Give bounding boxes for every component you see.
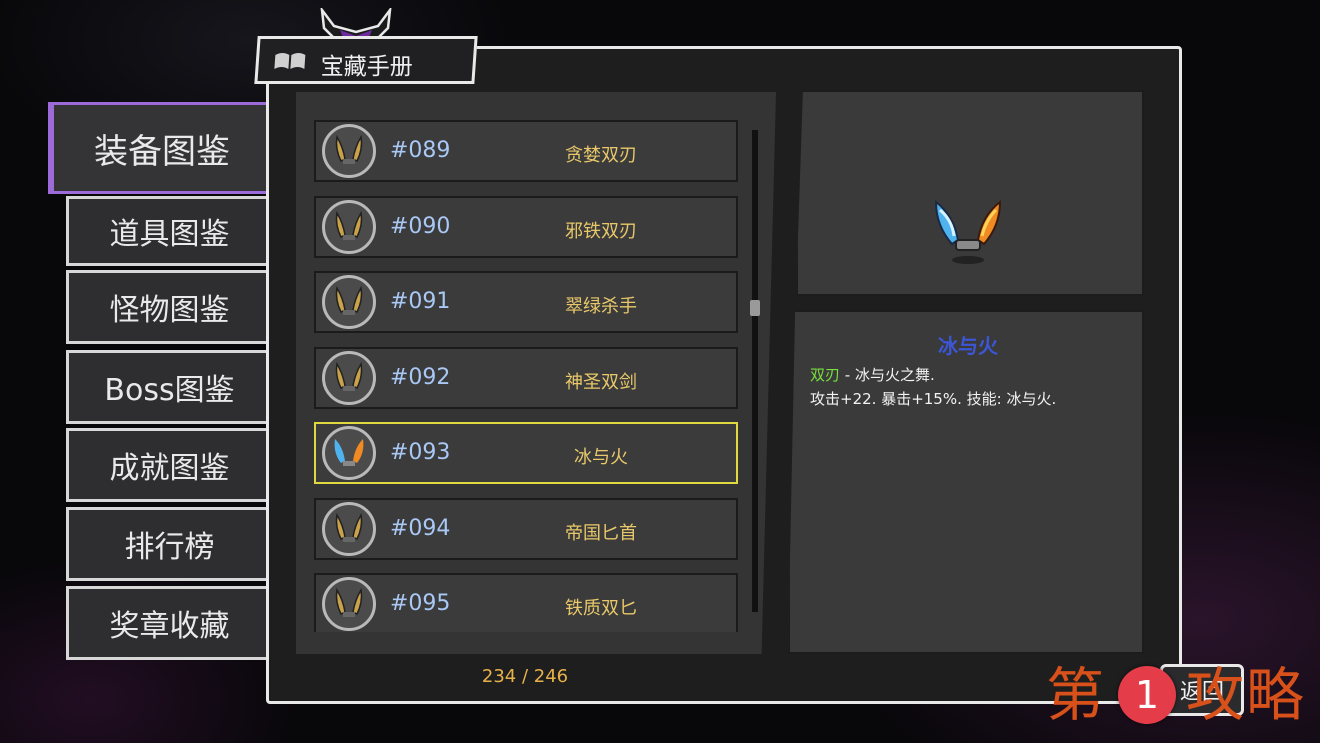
- collection-counter: 234 / 246: [481, 666, 569, 687]
- sidebar-item-label: 成就图鉴: [109, 451, 230, 486]
- sidebar-item-label: 怪物图鉴: [109, 293, 230, 328]
- item-number: #091: [390, 289, 451, 314]
- item-name: 铁质双匕: [565, 598, 637, 619]
- item-info-panel: 冰与火 双刃 - 冰与火之舞. 攻击+22. 暴击+15%. 技能: 冰与火.: [788, 310, 1144, 654]
- scrollbar-track[interactable]: [752, 130, 758, 612]
- sidebar-item-label: 奖章收藏: [109, 609, 230, 644]
- sidebar-item-label: 道具图鉴: [109, 217, 230, 252]
- twin-blade-iron-icon: [322, 199, 376, 254]
- twin-dagger-iron-icon: [322, 577, 376, 631]
- twin-dagger-imperial-icon: [322, 501, 376, 556]
- list-item[interactable]: #092 神圣双剑: [314, 346, 738, 409]
- list-item[interactable]: #090 邪铁双刃: [314, 195, 738, 258]
- item-list[interactable]: #089 贪婪双刃 #090 邪铁双刃 #091 翠绿杀手 #092 神圣双剑 #093 冰与火 #…: [312, 108, 752, 632]
- title-tab: 宝藏手册: [254, 36, 478, 84]
- item-name: 邪铁双刃: [565, 220, 637, 242]
- sidebar-item-1[interactable]: 道具图鉴: [66, 196, 270, 266]
- list-item[interactable]: #089 贪婪双刃: [314, 120, 738, 182]
- item-name: 帝国匕首: [565, 522, 637, 544]
- sidebar-item-4[interactable]: 成就图鉴: [66, 428, 270, 502]
- page-title: 宝藏手册: [320, 54, 413, 80]
- twin-sword-holy-icon: [322, 350, 376, 405]
- list-item[interactable]: #095 铁质双匕: [314, 573, 738, 632]
- ice-fire-blades-icon: [934, 199, 1002, 264]
- twin-blade-ice-fire-icon: [322, 426, 376, 480]
- item-preview-panel: [796, 90, 1144, 296]
- sidebar-item-label: Boss图鉴: [104, 373, 235, 408]
- item-name: 贪婪双刃: [565, 145, 637, 166]
- item-name: 冰与火: [574, 447, 628, 468]
- book-icon: [274, 53, 306, 69]
- twin-blade-gold-icon: [322, 124, 376, 178]
- item-description-text: - 冰与火之舞.: [840, 366, 935, 384]
- item-number: #092: [390, 364, 451, 390]
- item-detail-title: 冰与火: [938, 334, 998, 358]
- sidebar-item-3[interactable]: Boss图鉴: [66, 350, 270, 424]
- item-number: #093: [390, 440, 451, 465]
- twin-blade-dark-icon: [322, 275, 376, 329]
- sidebar-item-label: 装备图鉴: [94, 131, 230, 172]
- sidebar-item-6[interactable]: 奖章收藏: [66, 586, 270, 660]
- sidebar-item-2[interactable]: 怪物图鉴: [66, 270, 270, 344]
- sidebar-item-5[interactable]: 排行榜: [66, 507, 270, 581]
- list-item[interactable]: #091 翠绿杀手: [314, 271, 738, 333]
- watermark-text-left: 第: [1046, 661, 1107, 729]
- watermark-badge: 1: [1118, 666, 1176, 724]
- list-item[interactable]: #093 冰与火: [314, 422, 738, 484]
- item-description: 双刃 - 冰与火之舞.: [810, 364, 935, 385]
- item-type-tag: 双刃: [810, 366, 841, 384]
- item-name: 翠绿杀手: [565, 296, 637, 317]
- item-number: #090: [390, 213, 451, 239]
- item-number: #095: [390, 591, 451, 616]
- watermark-text-right: 攻略: [1186, 661, 1307, 729]
- list-item[interactable]: #094 帝国匕首: [314, 497, 738, 560]
- item-stats: 攻击+22. 暴击+15%. 技能: 冰与火.: [810, 390, 1057, 408]
- watermark: 第 攻略: [1046, 660, 1316, 730]
- scrollbar-thumb[interactable]: [750, 300, 760, 316]
- sidebar-item-0[interactable]: 装备图鉴: [48, 102, 270, 194]
- item-number: #094: [390, 515, 451, 541]
- sidebar-item-label: 排行榜: [124, 530, 215, 565]
- item-name: 神圣双剑: [565, 371, 637, 393]
- item-number: #089: [390, 138, 451, 163]
